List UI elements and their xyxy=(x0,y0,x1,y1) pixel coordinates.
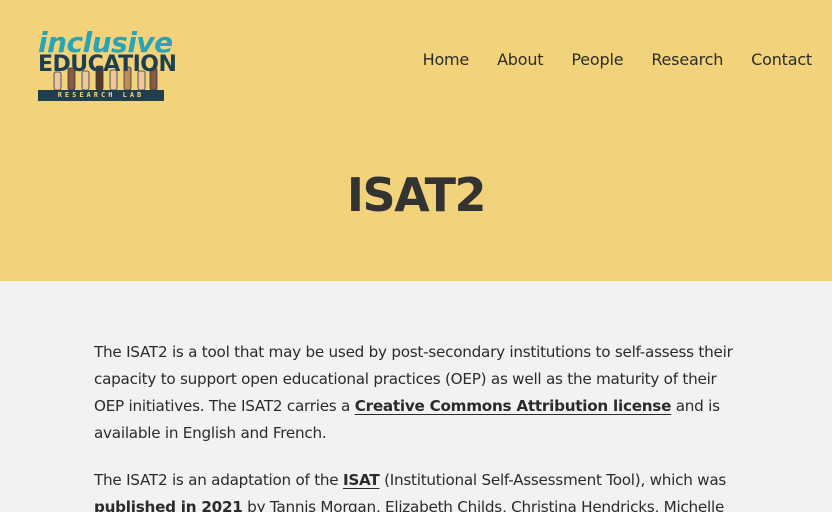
main-content: The ISAT2 is a tool that may be used by … xyxy=(0,281,832,512)
nav-link-home[interactable]: Home xyxy=(423,50,470,69)
logo-subtitle-bar: RESEARCH LAB xyxy=(38,90,164,101)
intro-paragraph: The ISAT2 is a tool that may be used by … xyxy=(94,339,738,447)
site-logo[interactable]: inclusive EDUCATION RESEARCH LAB xyxy=(36,26,177,102)
nav-link-research[interactable]: Research xyxy=(651,50,723,69)
nav-link-contact[interactable]: Contact xyxy=(751,50,812,69)
adaptation-text-middle: (Institutional Self-Assessment Tool), wh… xyxy=(379,471,727,489)
cc-license-link[interactable]: Creative Commons Attribution license xyxy=(355,397,672,415)
adaptation-text-start: The ISAT2 is an adaptation of the xyxy=(94,471,343,489)
published-2021-link[interactable]: published in 2021 xyxy=(94,498,243,512)
site-header: inclusive EDUCATION RESEARCH LAB Home Ab… xyxy=(0,0,832,281)
main-nav: Home About People Research Contact xyxy=(423,50,813,69)
isat-link[interactable]: ISAT xyxy=(343,471,380,489)
logo-word-education: EDUCATION xyxy=(38,52,177,77)
adaptation-paragraph: The ISAT2 is an adaptation of the ISAT (… xyxy=(94,467,738,512)
nav-link-about[interactable]: About xyxy=(497,50,544,69)
adaptation-text-end: by Tannis Morgan, Elizabeth Childs, Chri… xyxy=(242,498,725,512)
page-title: ISAT2 xyxy=(346,168,487,222)
nav-link-people[interactable]: People xyxy=(571,50,623,69)
